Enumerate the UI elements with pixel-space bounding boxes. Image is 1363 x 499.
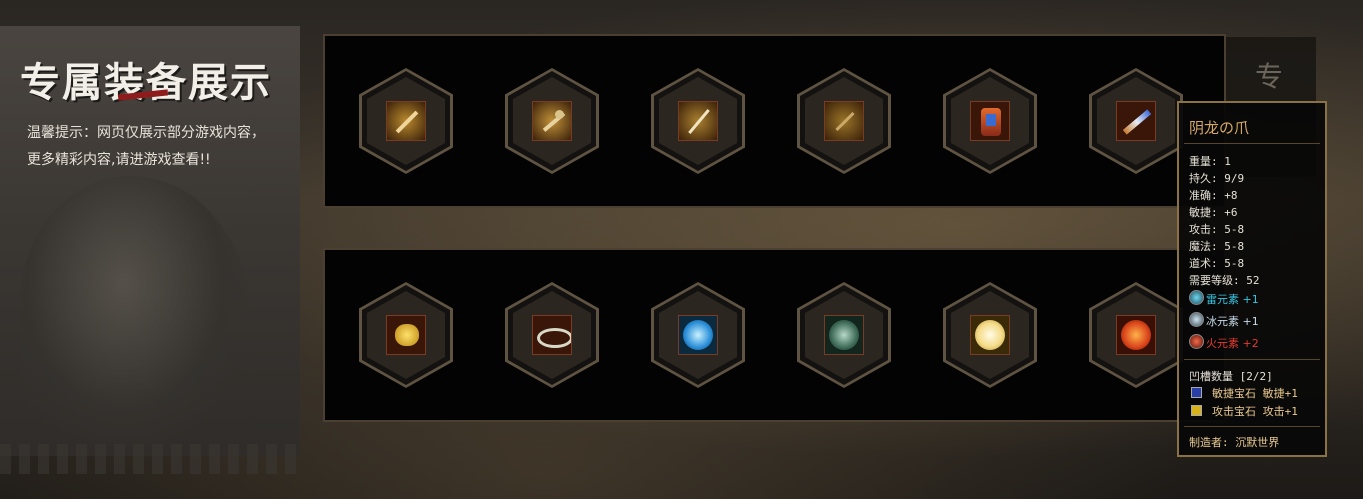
item-slot[interactable] [1089, 68, 1183, 174]
divider [1184, 143, 1320, 144]
item-slot[interactable] [943, 68, 1037, 174]
item-slot[interactable] [651, 282, 745, 388]
divider [1184, 359, 1320, 360]
item-slot[interactable] [505, 68, 599, 174]
item-slot[interactable] [651, 68, 745, 174]
item-slot[interactable] [943, 282, 1037, 388]
ice-element: 冰元素 +1 [1206, 315, 1259, 328]
stat-agility: 敏捷: +6 [1189, 206, 1238, 219]
page-title: 专属装备展示 [20, 59, 272, 106]
golden-beast-icon [386, 315, 426, 355]
item-name: 阴龙の爪 [1189, 119, 1250, 137]
silver-crown-icon [532, 315, 572, 355]
item-slot[interactable] [359, 68, 453, 174]
tip-line-1: 温馨提示：网页仅展示部分游戏内容， [27, 125, 265, 141]
agility-gem: 敏捷宝石 敏捷+1 [1212, 387, 1298, 400]
divider [1184, 426, 1320, 427]
attack-gem: 攻击宝石 攻击+1 [1212, 405, 1298, 418]
armor-icon [970, 101, 1010, 141]
equipment-row-1 [323, 34, 1226, 208]
stat-required-level: 需要等级: 52 [1189, 274, 1260, 287]
weapon-icon [386, 101, 426, 141]
tip-line-2: 更多精彩内容,请进游戏查看!! [27, 152, 211, 168]
stat-accuracy: 准确: +8 [1189, 189, 1238, 202]
stat-durability: 持久: 9/9 [1189, 172, 1245, 185]
item-slot[interactable] [797, 282, 891, 388]
sun-orb-icon [970, 315, 1010, 355]
item-tooltip: 阴龙の爪 重量: 1 持久: 9/9 准确: +8 敏捷: +6 攻击: 5-8… [1177, 101, 1327, 457]
agility-gem-icon [1191, 387, 1202, 398]
claw-icon [1116, 101, 1156, 141]
weapon-icon [532, 101, 572, 141]
maker: 制造者: 沉默世界 [1189, 436, 1280, 449]
socket-count: 凹槽数量 [2/2] [1189, 370, 1273, 383]
ink-drip-decoration [0, 444, 300, 474]
item-slot[interactable] [1089, 282, 1183, 388]
next-panel-title: 专 [1255, 60, 1284, 93]
fire-orb-icon [1116, 315, 1156, 355]
ice-element-icon [1189, 312, 1204, 327]
thunder-element: 雷元素 +1 [1206, 293, 1259, 306]
item-slot[interactable] [359, 282, 453, 388]
warrior-illustration [20, 176, 250, 446]
stat-weight: 重量: 1 [1189, 155, 1231, 168]
thunder-element-icon [1189, 290, 1204, 305]
ice-orb-icon [678, 315, 718, 355]
equipment-row-2 [323, 248, 1226, 422]
thunder-rune-icon [824, 315, 864, 355]
stat-attack: 攻击: 5-8 [1189, 223, 1245, 236]
stat-taoism: 道术: 5-8 [1189, 257, 1245, 270]
weapon-icon [678, 101, 718, 141]
fire-element-icon [1189, 334, 1204, 349]
fire-element: 火元素 +2 [1206, 337, 1259, 350]
item-slot[interactable] [797, 68, 891, 174]
item-slot[interactable] [505, 282, 599, 388]
weapon-icon [824, 101, 864, 141]
attack-gem-icon [1191, 405, 1202, 416]
stat-magic: 魔法: 5-8 [1189, 240, 1245, 253]
